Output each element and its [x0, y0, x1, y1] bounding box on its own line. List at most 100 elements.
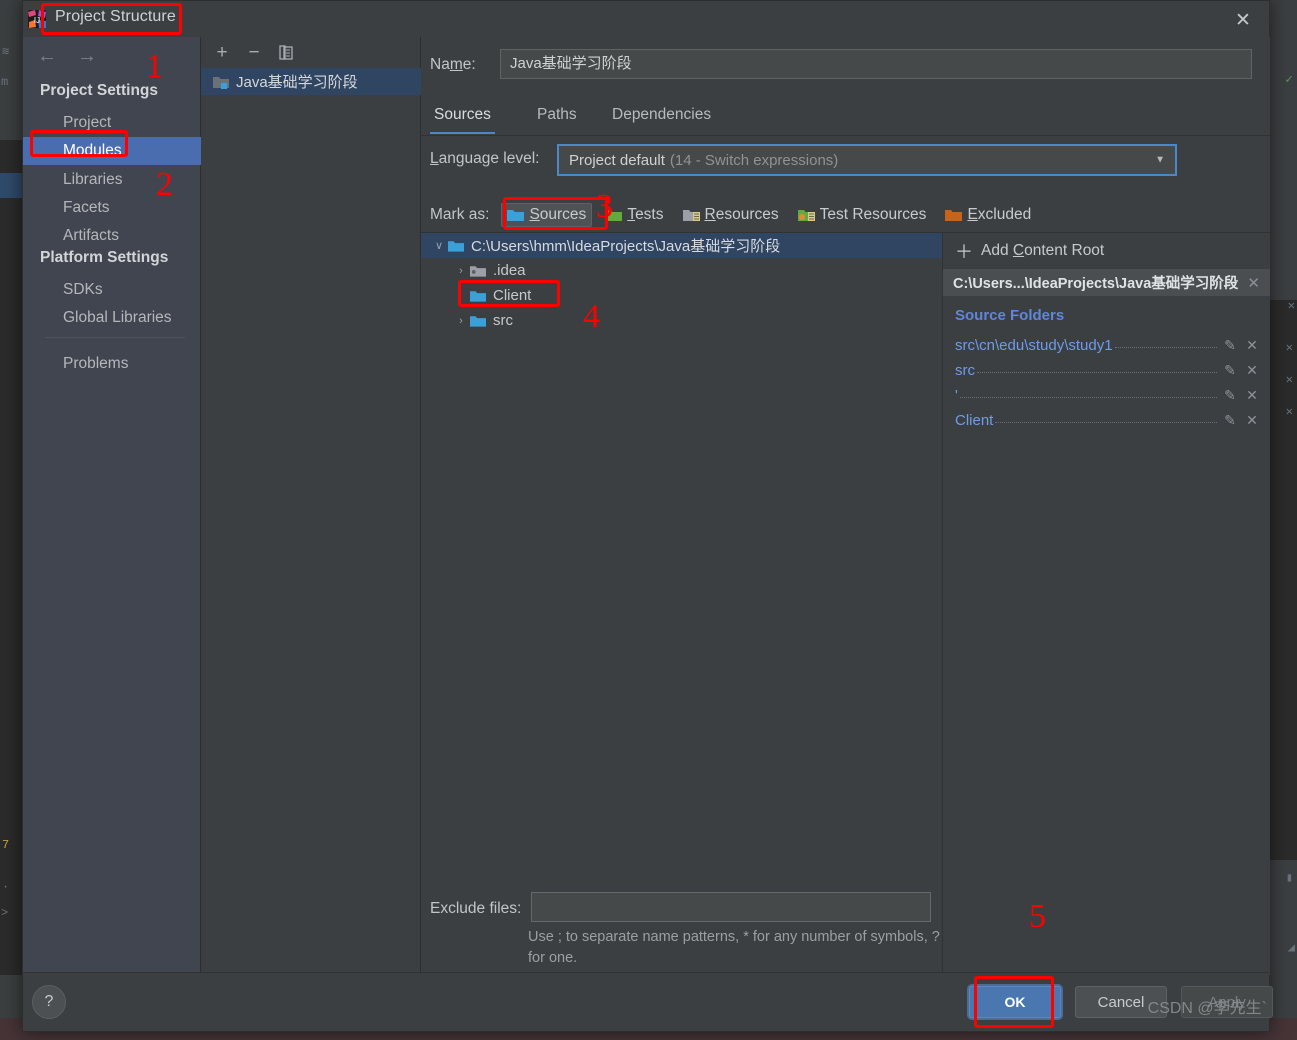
copy-icon: [279, 45, 293, 60]
sidebar-item-sdks[interactable]: SDKs: [23, 276, 201, 304]
exclude-files-input[interactable]: [531, 892, 931, 922]
dotted-leader: [1114, 337, 1217, 348]
delete-icon[interactable]: ✕: [1241, 337, 1263, 354]
tree-row[interactable]: Client: [421, 283, 942, 308]
add-content-root-label: Add Content Root: [981, 242, 1105, 259]
list-item[interactable]: Java基础学习阶段: [201, 68, 421, 95]
chevron-down-icon[interactable]: ∨: [430, 239, 448, 252]
mark-as-test-resources-label: Test Resources: [819, 206, 927, 223]
tab-dependencies[interactable]: Dependencies: [608, 99, 715, 134]
edit-icon[interactable]: ✎: [1219, 337, 1241, 354]
list-item[interactable]: Client ✎ ✕: [955, 408, 1263, 432]
mark-as-resources-label: Resources: [704, 206, 779, 223]
remove-module-button[interactable]: −: [241, 40, 267, 66]
source-folder-label: ': [955, 386, 958, 404]
line-number-text: 7: [2, 838, 10, 852]
tab-sources[interactable]: Sources: [430, 99, 495, 134]
modules-list-panel: + − Java基础学习阶段: [201, 37, 421, 975]
mark-as-tests-button[interactable]: Tests: [599, 203, 669, 227]
sidebar-item-problems[interactable]: Problems: [23, 350, 201, 378]
dialog-title: Project Structure: [55, 8, 176, 25]
source-folder-label: src\cn\edu\study\study1: [955, 336, 1113, 354]
code-text: >: [1, 906, 9, 920]
module-name-label: Java基础学习阶段: [236, 74, 358, 91]
tab-paths[interactable]: Paths: [533, 99, 581, 134]
help-button[interactable]: ?: [32, 985, 66, 1019]
code-text: ✕: [1285, 341, 1293, 355]
content-root-header[interactable]: C:\Users...\IdeaProjects\Java基础学习阶段 ✕: [943, 269, 1270, 296]
edit-icon[interactable]: ✎: [1219, 362, 1241, 379]
tree-row-label: .idea: [493, 262, 526, 279]
tree-row-label: src: [493, 312, 513, 329]
sidebar-header-project-settings: Project Settings: [40, 82, 158, 99]
mark-as-label: Mark as:: [430, 206, 490, 223]
tree-row[interactable]: ∨ C:\Users\hmm\IdeaProjects\Java基础学习阶段: [421, 233, 942, 258]
sidebar-item-project[interactable]: Project: [23, 109, 201, 137]
folder-source-icon: [470, 290, 486, 302]
source-folder-label: Client: [955, 411, 994, 429]
mark-as-test-resources-button[interactable]: Test Resources: [792, 203, 933, 227]
mark-as-row: Mark as: Sources Tests Resources Test Re…: [421, 201, 1270, 229]
inspection-ok-icon: ✓: [1285, 72, 1293, 87]
list-item[interactable]: ' ✎ ✕: [955, 383, 1263, 407]
edit-icon[interactable]: ✎: [1219, 412, 1241, 429]
dotted-leader: [959, 387, 1217, 398]
tree-row[interactable]: › src: [421, 308, 942, 333]
list-item[interactable]: src ✎ ✕: [955, 358, 1263, 382]
mark-as-excluded-button[interactable]: Excluded: [939, 203, 1037, 227]
code-text: ✕: [1287, 299, 1295, 313]
sidebar-item-modules[interactable]: Modules: [23, 137, 201, 165]
edit-icon[interactable]: ✎: [1219, 387, 1241, 404]
forward-arrow-icon[interactable]: →: [77, 45, 97, 68]
mark-as-tests-label: Tests: [627, 206, 664, 223]
sidebar-item-libraries[interactable]: Libraries: [23, 166, 201, 194]
back-arrow-icon[interactable]: ←: [37, 45, 57, 68]
intellij-idea-icon: IJ: [28, 10, 46, 28]
chevron-right-icon[interactable]: ›: [452, 265, 470, 277]
close-icon[interactable]: ✕: [1229, 6, 1257, 34]
name-input[interactable]: Java基础学习阶段: [500, 49, 1252, 79]
project-structure-dialog: IJ Project Structure ✕ ← → Project Setti…: [22, 0, 1273, 1032]
dotted-leader: [977, 362, 1217, 373]
name-row: Name: Java基础学习阶段: [421, 47, 1270, 87]
delete-icon[interactable]: ✕: [1241, 387, 1263, 404]
project-tree-text: m: [1, 75, 9, 89]
mark-as-resources-button[interactable]: Resources: [677, 203, 785, 227]
list-item[interactable]: src\cn\edu\study\study1 ✎ ✕: [955, 333, 1263, 357]
ok-button[interactable]: OK: [969, 986, 1061, 1018]
tree-row[interactable]: › .idea: [421, 258, 942, 283]
sidebar-header-platform-settings: Platform Settings: [40, 249, 169, 266]
sidebar-item-global-libraries[interactable]: Global Libraries: [23, 304, 201, 332]
mark-as-excluded-label: Excluded: [967, 206, 1032, 223]
delete-icon[interactable]: ✕: [1241, 362, 1263, 379]
source-folders-title: Source Folders: [955, 307, 1065, 324]
language-level-value: Project default: [569, 151, 665, 169]
chevron-right-icon[interactable]: ›: [452, 315, 470, 327]
sidebar-item-facets[interactable]: Facets: [23, 194, 201, 222]
language-level-select[interactable]: Project default (14 - Switch expressions…: [557, 144, 1177, 176]
folder-blue-icon: [448, 240, 464, 252]
folder-source-icon: [470, 315, 486, 327]
chevron-down-icon[interactable]: ▼: [1155, 155, 1165, 166]
folder-excluded-icon: [945, 210, 963, 221]
delete-icon[interactable]: ✕: [1241, 412, 1263, 429]
modules-toolbar: + −: [201, 37, 421, 69]
add-module-button[interactable]: +: [209, 40, 235, 66]
add-content-root-button[interactable]: ＋ Add Content Root: [943, 233, 1270, 269]
plus-icon: ＋: [955, 242, 973, 262]
copy-module-button[interactable]: [273, 40, 299, 66]
mark-as-sources-button[interactable]: Sources: [501, 203, 593, 227]
sidebar-item-artifacts[interactable]: Artifacts: [23, 222, 201, 250]
folder-tests-icon: [605, 210, 623, 221]
source-folder-label: src: [955, 361, 975, 379]
code-text: ◢: [1287, 941, 1295, 955]
module-editor-panel: Name: Java基础学习阶段 Sources Paths Dependenc…: [421, 37, 1270, 1012]
close-icon[interactable]: ✕: [1247, 274, 1260, 292]
folder-test-resources-icon: [797, 210, 815, 221]
folder-idea-icon: [470, 265, 486, 277]
content-roots-panel: ＋ Add Content Root C:\Users...\IdeaProje…: [942, 232, 1270, 892]
code-text: ✕: [1285, 405, 1293, 419]
code-text: ▮: [1285, 871, 1293, 885]
content-root-tree[interactable]: ∨ C:\Users\hmm\IdeaProjects\Java基础学习阶段 ›…: [421, 232, 942, 892]
folder-resources-icon: [682, 210, 700, 221]
